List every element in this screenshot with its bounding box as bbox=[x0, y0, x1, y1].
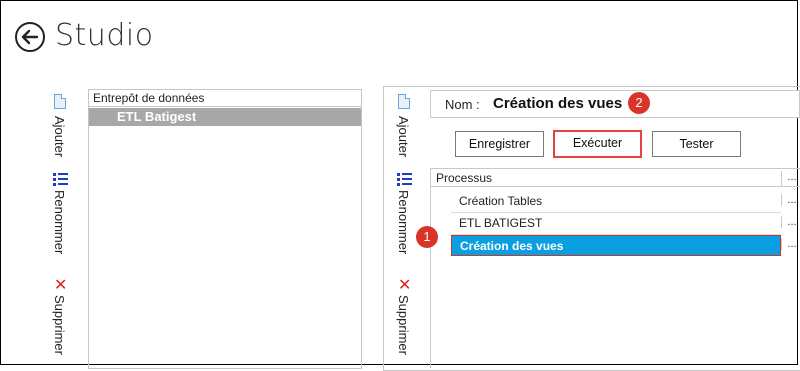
test-button[interactable]: Tester bbox=[652, 131, 741, 157]
delete-x-icon[interactable]: ✕ bbox=[398, 277, 412, 293]
add-button[interactable]: Ajouter bbox=[396, 116, 411, 157]
grid-header-ellipsis[interactable]: ... bbox=[781, 171, 800, 186]
grid-row-label: Création Tables bbox=[459, 194, 543, 208]
nom-field[interactable]: Création des vues bbox=[493, 95, 622, 112]
grid-row[interactable]: Création Tables bbox=[451, 191, 781, 213]
row-ellipsis[interactable]: ... bbox=[781, 216, 800, 228]
page-title: Studio bbox=[55, 18, 154, 53]
rename-button[interactable]: Renommer bbox=[52, 190, 67, 254]
row-ellipsis[interactable]: ... bbox=[781, 194, 800, 206]
add-document-icon[interactable] bbox=[398, 94, 410, 109]
grid-header-label: Processus bbox=[436, 171, 493, 185]
grid-row-label: Création des vues bbox=[460, 239, 564, 253]
warehouse-item-etl-batigest[interactable]: ETL Batigest bbox=[89, 108, 361, 126]
callout-badge-2: 2 bbox=[628, 92, 650, 114]
process-grid: Processus ... Création Tables ... ETL BA… bbox=[430, 168, 800, 368]
grid-row[interactable]: ETL BATIGEST bbox=[451, 213, 781, 235]
execute-button[interactable]: Exécuter bbox=[553, 130, 642, 158]
delete-button[interactable]: Supprimer bbox=[52, 295, 67, 355]
grid-header: Processus ... bbox=[431, 168, 800, 187]
add-button[interactable]: Ajouter bbox=[52, 116, 67, 157]
warehouse-item-label: ETL Batigest bbox=[117, 109, 197, 124]
rename-list-icon[interactable] bbox=[397, 173, 413, 187]
grid-row-label: ETL BATIGEST bbox=[459, 216, 543, 230]
grid-row-selected[interactable]: Création des vues bbox=[451, 235, 781, 256]
warehouse-panel: Entrepôt de données ETL Batigest bbox=[88, 89, 362, 369]
rename-button[interactable]: Renommer bbox=[396, 190, 411, 254]
left-toolbar: Ajouter Renommer ✕ Supprimer bbox=[52, 94, 74, 364]
save-button[interactable]: Enregistrer bbox=[455, 131, 544, 157]
back-arrow-icon[interactable] bbox=[15, 22, 45, 52]
row-ellipsis[interactable]: ... bbox=[781, 238, 800, 250]
delete-x-icon[interactable]: ✕ bbox=[54, 277, 68, 293]
add-document-icon[interactable] bbox=[54, 94, 66, 109]
rename-list-icon[interactable] bbox=[53, 173, 69, 187]
callout-badge-1: 1 bbox=[416, 226, 438, 248]
warehouse-header: Entrepôt de données bbox=[89, 90, 361, 107]
nom-bar: Nom : Création des vues bbox=[430, 90, 800, 118]
nom-label: Nom : bbox=[445, 97, 480, 112]
delete-button[interactable]: Supprimer bbox=[396, 295, 411, 355]
right-toolbar: Ajouter Renommer ✕ Supprimer bbox=[396, 94, 418, 364]
